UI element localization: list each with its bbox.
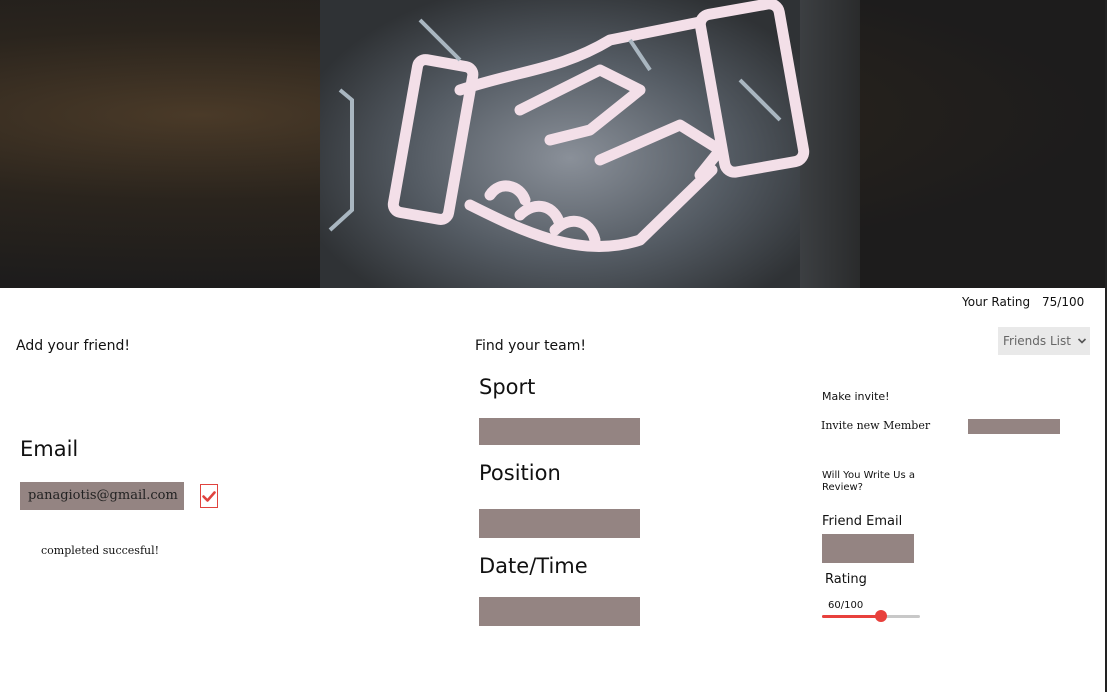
confirm-checkbox[interactable] [200, 484, 218, 508]
rating-label: Rating [825, 572, 867, 587]
friends-list-dropdown[interactable]: Friends List [998, 327, 1090, 355]
make-invite-label: Make invite! [822, 390, 890, 403]
handshake-neon-icon [328, 0, 810, 253]
invite-member-label: Invite new Member [821, 419, 931, 432]
friend-email-input[interactable] [822, 534, 914, 563]
email-label: Email [20, 437, 79, 461]
chevron-down-icon [1077, 338, 1086, 344]
friend-email-label: Friend Email [822, 514, 903, 529]
hero-image [0, 0, 1105, 288]
rating-slider-fill [822, 615, 881, 618]
position-label: Position [479, 461, 561, 485]
review-prompt-line-2: Review? [822, 482, 863, 493]
email-field[interactable]: panagiotis@gmail.com [20, 482, 184, 510]
review-prompt-line-1: Will You Write Us a [822, 470, 916, 481]
sport-input[interactable] [479, 418, 640, 445]
your-rating-value: 75/100 [1042, 295, 1085, 309]
friends-list-label: Friends List [1003, 334, 1071, 348]
status-message: completed succesful! [41, 544, 160, 557]
rating-value: 60/100 [828, 600, 864, 611]
your-rating-label: Your Rating [962, 295, 1031, 309]
datetime-input[interactable] [479, 597, 640, 626]
rating-slider[interactable] [822, 610, 920, 622]
position-input[interactable] [479, 509, 640, 538]
review-prompt: Will You Write Us a Review? [822, 470, 915, 494]
sport-label: Sport [479, 375, 536, 399]
checkmark-icon [202, 491, 216, 502]
find-team-title: Find your team! [475, 338, 586, 354]
datetime-label: Date/Time [479, 554, 588, 578]
add-friend-title: Add your friend! [16, 338, 131, 354]
rating-slider-thumb[interactable] [874, 610, 887, 622]
invite-member-input[interactable] [968, 419, 1060, 434]
